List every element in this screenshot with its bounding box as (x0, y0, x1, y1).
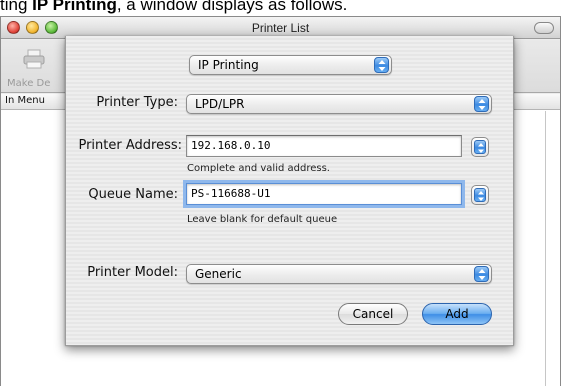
popup-arrows-icon (474, 96, 489, 112)
list-divider (545, 111, 546, 386)
printer-address-label: Printer Address: (78, 138, 182, 153)
printer-type-popup[interactable]: LPD/LPR (186, 94, 492, 114)
queue-name-field[interactable]: PS-116688-U1 (186, 183, 462, 205)
add-button[interactable]: Add (422, 303, 492, 325)
caption-prefix: ting (0, 0, 33, 14)
caption-suffix: , a window displays as follows. (116, 0, 348, 14)
printer-model-popup[interactable]: Generic (186, 264, 492, 284)
printer-icon[interactable] (23, 49, 45, 69)
protocol-value: IP Printing (198, 58, 259, 72)
add-printer-sheet: IP Printing Printer Type: LPD/LPR Printe… (65, 36, 514, 346)
popup-arrows-icon (474, 266, 489, 282)
queue-history-button[interactable] (471, 185, 489, 205)
printer-address-field[interactable]: 192.168.0.10 (186, 135, 462, 157)
queue-name-hint: Leave blank for default queue (187, 214, 338, 225)
printer-type-value: LPD/LPR (195, 97, 245, 111)
printer-model-value: Generic (195, 267, 242, 281)
popup-arrows-icon (474, 188, 486, 202)
make-default-label[interactable]: Make De (7, 78, 50, 89)
cancel-button[interactable]: Cancel (338, 303, 408, 325)
queue-name-label: Queue Name: (88, 187, 178, 202)
document-caption: ting IP Printing, a window displays as f… (0, 0, 561, 16)
caption-bold: IP Printing (32, 0, 117, 14)
address-validation-hint: Complete and valid address. (187, 163, 330, 174)
protocol-popup[interactable]: IP Printing (189, 55, 392, 75)
printer-type-label: Printer Type: (96, 95, 178, 110)
column-in-menu[interactable]: In Menu (5, 95, 45, 106)
popup-arrows-icon (374, 57, 389, 73)
popup-arrows-icon (474, 140, 486, 154)
address-history-button[interactable] (471, 137, 489, 157)
toolbar-toggle-button[interactable] (534, 22, 554, 34)
printer-model-label: Printer Model: (87, 265, 178, 280)
